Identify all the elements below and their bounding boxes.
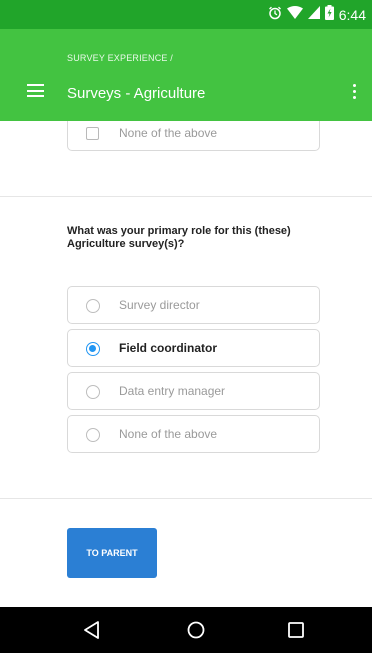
- home-icon[interactable]: [184, 618, 208, 642]
- more-vert-icon[interactable]: [348, 81, 360, 101]
- breadcrumb: SURVEY EXPERIENCE /: [67, 53, 174, 63]
- to-parent-button[interactable]: TO PARENT: [67, 528, 157, 578]
- recents-icon[interactable]: [284, 618, 308, 642]
- nav-bar: [0, 607, 372, 653]
- divider: [0, 196, 372, 197]
- page-title: Surveys - Agriculture: [67, 85, 206, 102]
- status-time: 6:44: [338, 7, 366, 23]
- option-label: Survey director: [119, 298, 200, 312]
- option-label: Field coordinator: [119, 341, 218, 355]
- status-icons: 6:44: [268, 5, 366, 25]
- option-data-entry-manager[interactable]: Data entry manager: [67, 372, 320, 410]
- option-survey-director[interactable]: Survey director: [67, 286, 320, 324]
- app-bar: SURVEY EXPERIENCE / Surveys - Agricultur…: [0, 29, 372, 121]
- divider: [0, 498, 372, 499]
- option-previous-none[interactable]: None of the above: [67, 121, 320, 151]
- battery-charging-icon: [324, 5, 334, 25]
- back-icon[interactable]: [80, 618, 104, 642]
- signal-icon: [307, 6, 320, 24]
- option-field-coordinator[interactable]: Field coordinator: [67, 329, 320, 367]
- question-text: What was your primary role for this (the…: [67, 225, 291, 250]
- option-label: None of the above: [119, 126, 218, 140]
- survey-content[interactable]: None of the above What was your primary …: [0, 121, 372, 607]
- option-label: Data entry manager: [119, 384, 226, 398]
- wifi-icon: [286, 6, 303, 24]
- checkbox-icon[interactable]: [86, 127, 99, 140]
- radio-icon[interactable]: [86, 428, 100, 442]
- radio-selected-icon[interactable]: [86, 342, 100, 356]
- radio-icon[interactable]: [86, 385, 100, 399]
- radio-icon[interactable]: [86, 299, 100, 313]
- option-none-of-the-above[interactable]: None of the above: [67, 415, 320, 453]
- alarm-icon: [268, 6, 282, 25]
- menu-icon[interactable]: [25, 81, 49, 101]
- option-label: None of the above: [119, 427, 218, 441]
- status-bar: 6:44: [0, 0, 372, 29]
